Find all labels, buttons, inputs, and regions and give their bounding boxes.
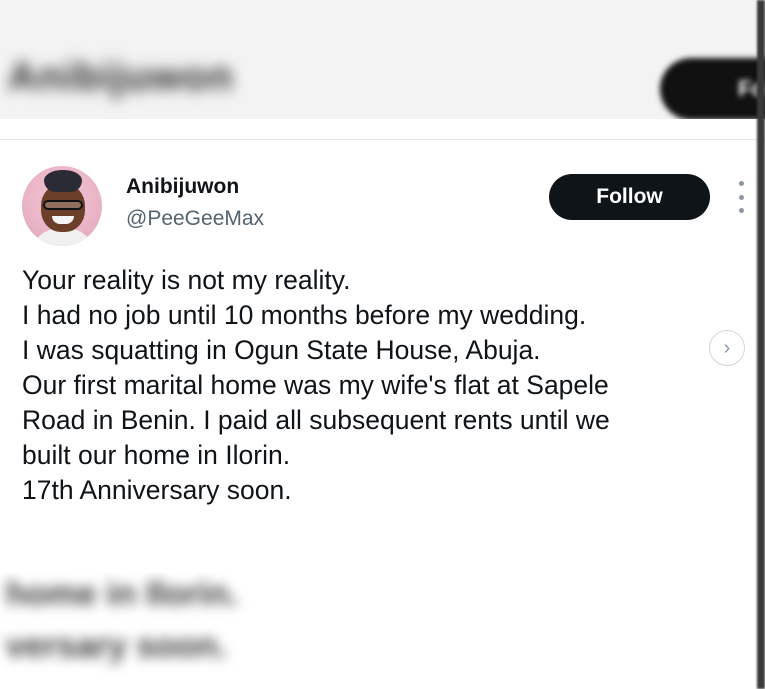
- more-dot: [738, 208, 744, 213]
- chevron-right-icon[interactable]: ›: [709, 330, 745, 366]
- tweet-text-line: I had no job until 10 months before my w…: [22, 300, 587, 330]
- more-vertical-icon[interactable]: [733, 181, 749, 213]
- blurred-background-footer: home in Ilorin. versary soon.: [0, 573, 765, 689]
- tweet-text: Your reality is not my reality. I had no…: [22, 263, 752, 508]
- avatar-glasses-shape: [43, 200, 83, 210]
- tweet-text-line: Your reality is not my reality.: [22, 265, 351, 295]
- blurred-background-text: home in Ilorin.: [6, 575, 239, 613]
- more-dot: [738, 181, 744, 186]
- follow-button[interactable]: Follow: [549, 174, 710, 220]
- more-dot: [738, 194, 744, 200]
- tweet-text-line: Road in Benin. I paid all subsequent ren…: [22, 405, 610, 435]
- blurred-background-text: versary soon.: [6, 627, 228, 665]
- blurred-background-button: Follow: [660, 58, 765, 120]
- divider: [0, 139, 765, 140]
- right-edge-shadow: [757, 0, 765, 689]
- tweet-text-line: built our home in Ilorin.: [22, 440, 291, 470]
- avatar-cap-shape: [44, 170, 82, 192]
- display-name[interactable]: Anibijuwon: [126, 175, 239, 199]
- tweet-text-line: 17th Anniversary soon.: [22, 475, 292, 505]
- tweet-text-line: Our first marital home was my wife's fla…: [22, 370, 609, 400]
- tweet-text-line: I was squatting in Ogun State House, Abu…: [22, 335, 541, 365]
- blurred-background-name: Anibijuwon: [8, 55, 234, 99]
- user-handle[interactable]: @PeeGeeMax: [126, 207, 264, 231]
- header-gap: [0, 119, 765, 141]
- tweet-card: Anibijuwon @PeeGeeMax Follow Your realit…: [0, 141, 765, 573]
- avatar[interactable]: [22, 166, 102, 246]
